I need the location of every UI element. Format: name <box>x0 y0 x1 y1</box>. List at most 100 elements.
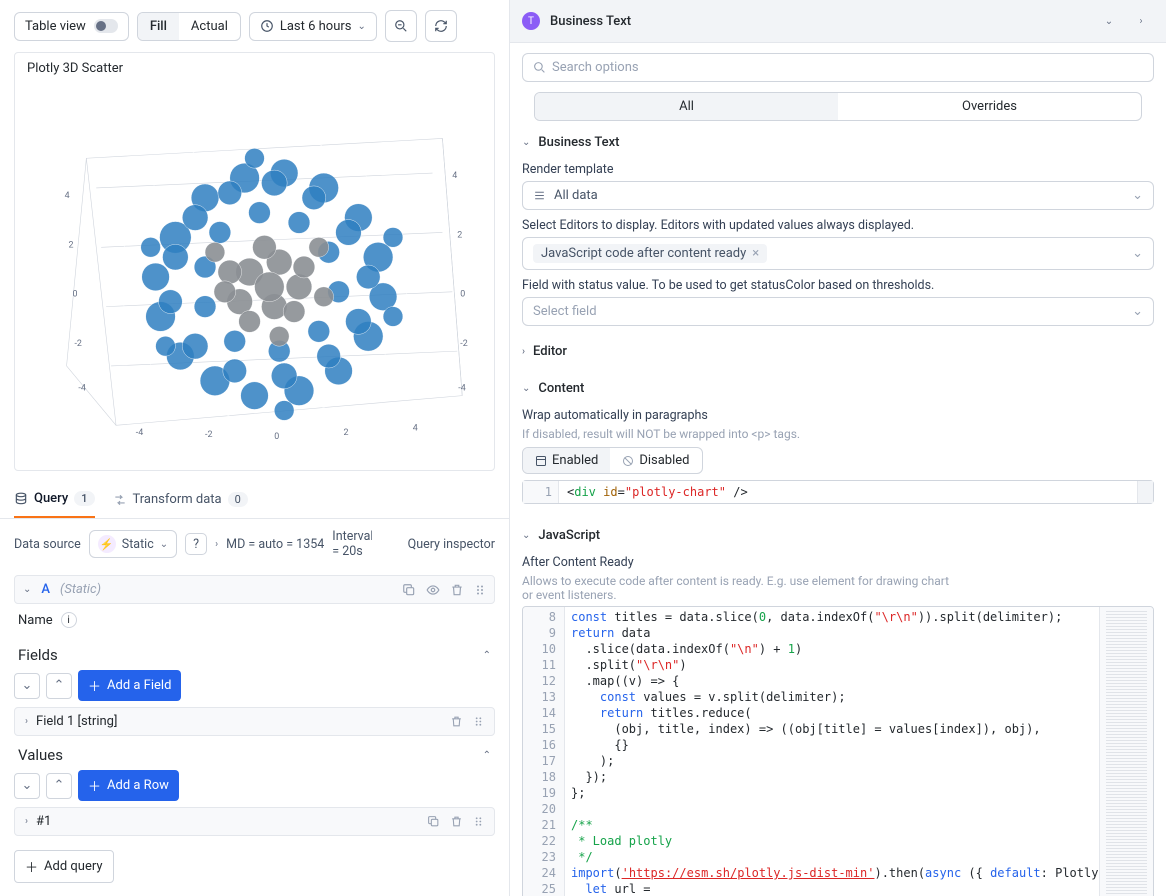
section-business-text[interactable]: ⌄Business Text <box>522 131 1154 154</box>
svg-text:2: 2 <box>457 230 462 240</box>
table-view-toggle[interactable]: Table view <box>14 12 129 41</box>
tab-transform[interactable]: Transform data 0 <box>113 491 248 518</box>
chip-remove[interactable]: × <box>752 246 759 261</box>
wrap-disabled[interactable]: Disabled <box>610 448 701 473</box>
status-field-select[interactable]: Select field ⌄ <box>522 297 1154 326</box>
trash-icon[interactable] <box>450 815 463 828</box>
svg-text:-4: -4 <box>458 384 465 394</box>
section-title: Editor <box>533 344 567 359</box>
query-type: (Static) <box>60 582 101 597</box>
table-view-label: Table view <box>25 19 86 34</box>
name-label: Name <box>18 613 53 628</box>
add-field-button[interactable]: ＋Add a Field <box>78 670 181 701</box>
eye-icon[interactable] <box>426 583 440 597</box>
render-template-select[interactable]: All data ⌄ <box>522 181 1154 210</box>
chevron-right-icon: › <box>25 816 28 827</box>
search-icon <box>533 61 546 74</box>
md-text: MD = auto = 1354 <box>226 537 324 552</box>
copy-icon[interactable] <box>427 815 440 828</box>
list-icon <box>533 189 546 202</box>
tab-all[interactable]: All <box>535 93 838 120</box>
panel-options-dropdown[interactable]: ⌄ <box>1096 8 1122 34</box>
section-title: Business Text <box>538 135 619 150</box>
panel-title: Plotly 3D Scatter <box>27 61 482 76</box>
search-options-input[interactable]: Search options <box>522 53 1154 82</box>
svg-text:0: 0 <box>274 432 279 442</box>
expand-all-button[interactable]: ⌃ <box>46 773 72 799</box>
chevron-down-icon: ⌄ <box>160 539 168 550</box>
clock-icon <box>260 19 274 33</box>
add-row-button[interactable]: ＋Add a Row <box>78 770 179 801</box>
query-inspector-link[interactable]: Query inspector <box>408 537 495 552</box>
copy-icon[interactable] <box>402 583 416 597</box>
drag-icon[interactable] <box>473 715 484 728</box>
actual-option[interactable]: Actual <box>179 13 240 40</box>
drag-icon[interactable] <box>474 583 486 597</box>
time-range-label: Last 6 hours <box>280 19 352 34</box>
section-title: JavaScript <box>538 528 600 543</box>
zoom-out-button[interactable] <box>385 10 417 42</box>
content-editor[interactable]: 1 <div id="plotly-chart" /> <box>522 480 1154 504</box>
tab-query[interactable]: Query 1 <box>14 491 95 518</box>
render-template-label: Render template <box>522 154 1154 181</box>
expand-all-button[interactable]: ⌃ <box>46 673 72 699</box>
collapse-all-button[interactable]: ⌄ <box>14 673 40 699</box>
section-editor[interactable]: ›Editor <box>522 340 1154 363</box>
plugin-icon: T <box>522 12 540 30</box>
drag-icon[interactable] <box>473 815 484 828</box>
js-help: Allows to execute code after content is … <box>522 574 1154 588</box>
add-field-label: Add a Field <box>107 678 171 693</box>
minimap <box>1137 481 1153 503</box>
datasource-name: Static <box>122 537 154 552</box>
chevron-up-icon[interactable]: ⌃ <box>483 750 491 761</box>
chevron-up-icon[interactable]: ⌃ <box>483 650 491 661</box>
chart-3d-scatter[interactable]: 420-2-4 -4-2024 420-2-4 <box>27 82 482 462</box>
chevron-down-icon: ⌄ <box>23 584 31 595</box>
transform-icon <box>113 493 127 507</box>
query-letter: A <box>41 582 50 597</box>
status-placeholder: Select field <box>533 304 597 319</box>
wrap-enabled[interactable]: Enabled <box>523 448 610 473</box>
plugin-name[interactable]: Business Text <box>550 14 631 29</box>
trash-icon[interactable] <box>450 715 463 728</box>
add-query-button[interactable]: ＋Add query <box>14 850 114 883</box>
field-row[interactable]: ›Field 1 [string] <box>14 707 495 736</box>
fill-option[interactable]: Fill <box>138 13 179 40</box>
collapse-all-button[interactable]: ⌄ <box>14 773 40 799</box>
fields-label: Fields <box>18 646 58 664</box>
query-row-header[interactable]: ⌄ A (Static) <box>14 575 495 604</box>
wrap-label: Wrap automatically in paragraphs <box>522 400 1154 427</box>
interval-text: Interval = 20s <box>332 529 372 559</box>
collapse-panel-button[interactable]: › <box>1128 8 1154 34</box>
query-badge: 1 <box>74 491 94 506</box>
datasource-help[interactable]: ? <box>185 533 207 555</box>
editors-label: Select Editors to display. Editors with … <box>522 210 1154 237</box>
trash-icon[interactable] <box>450 583 464 597</box>
chevron-right-icon: › <box>25 716 28 727</box>
javascript-editor[interactable]: 89101112131415161718192021222324252627 c… <box>522 606 1154 896</box>
js-help2: or event listeners. <box>522 588 1154 602</box>
datasource-picker[interactable]: ⚡ Static ⌄ <box>89 530 177 558</box>
tab-overrides[interactable]: Overrides <box>838 93 1141 120</box>
section-content[interactable]: ⌄Content <box>522 377 1154 400</box>
refresh-button[interactable] <box>425 10 457 42</box>
chip-label: JavaScript code after content ready <box>541 246 746 261</box>
bottom-tabs: Query 1 Transform data 0 <box>0 481 509 519</box>
section-javascript[interactable]: ⌄JavaScript <box>522 524 1154 547</box>
switch-icon <box>94 19 118 33</box>
content-code: <div id="plotly-chart" /> <box>559 481 1137 503</box>
svg-text:0: 0 <box>73 290 78 300</box>
wrap-help: If disabled, result will NOT be wrapped … <box>522 427 1154 441</box>
section-title: Content <box>538 381 584 396</box>
js-subtitle: After Content Ready <box>522 547 1154 574</box>
info-icon[interactable]: i <box>61 612 77 628</box>
svg-text:2: 2 <box>69 240 74 250</box>
time-range-picker[interactable]: Last 6 hours ⌄ <box>249 12 377 41</box>
wrap-toggle: Enabled Disabled <box>522 447 703 474</box>
svg-text:4: 4 <box>65 191 70 201</box>
svg-text:4: 4 <box>413 423 418 433</box>
svg-text:-4: -4 <box>78 384 85 394</box>
add-row-label: Add a Row <box>107 778 169 793</box>
value-row[interactable]: ›#1 <box>14 807 495 836</box>
editors-select[interactable]: JavaScript code after content ready× ⌄ <box>522 237 1154 270</box>
